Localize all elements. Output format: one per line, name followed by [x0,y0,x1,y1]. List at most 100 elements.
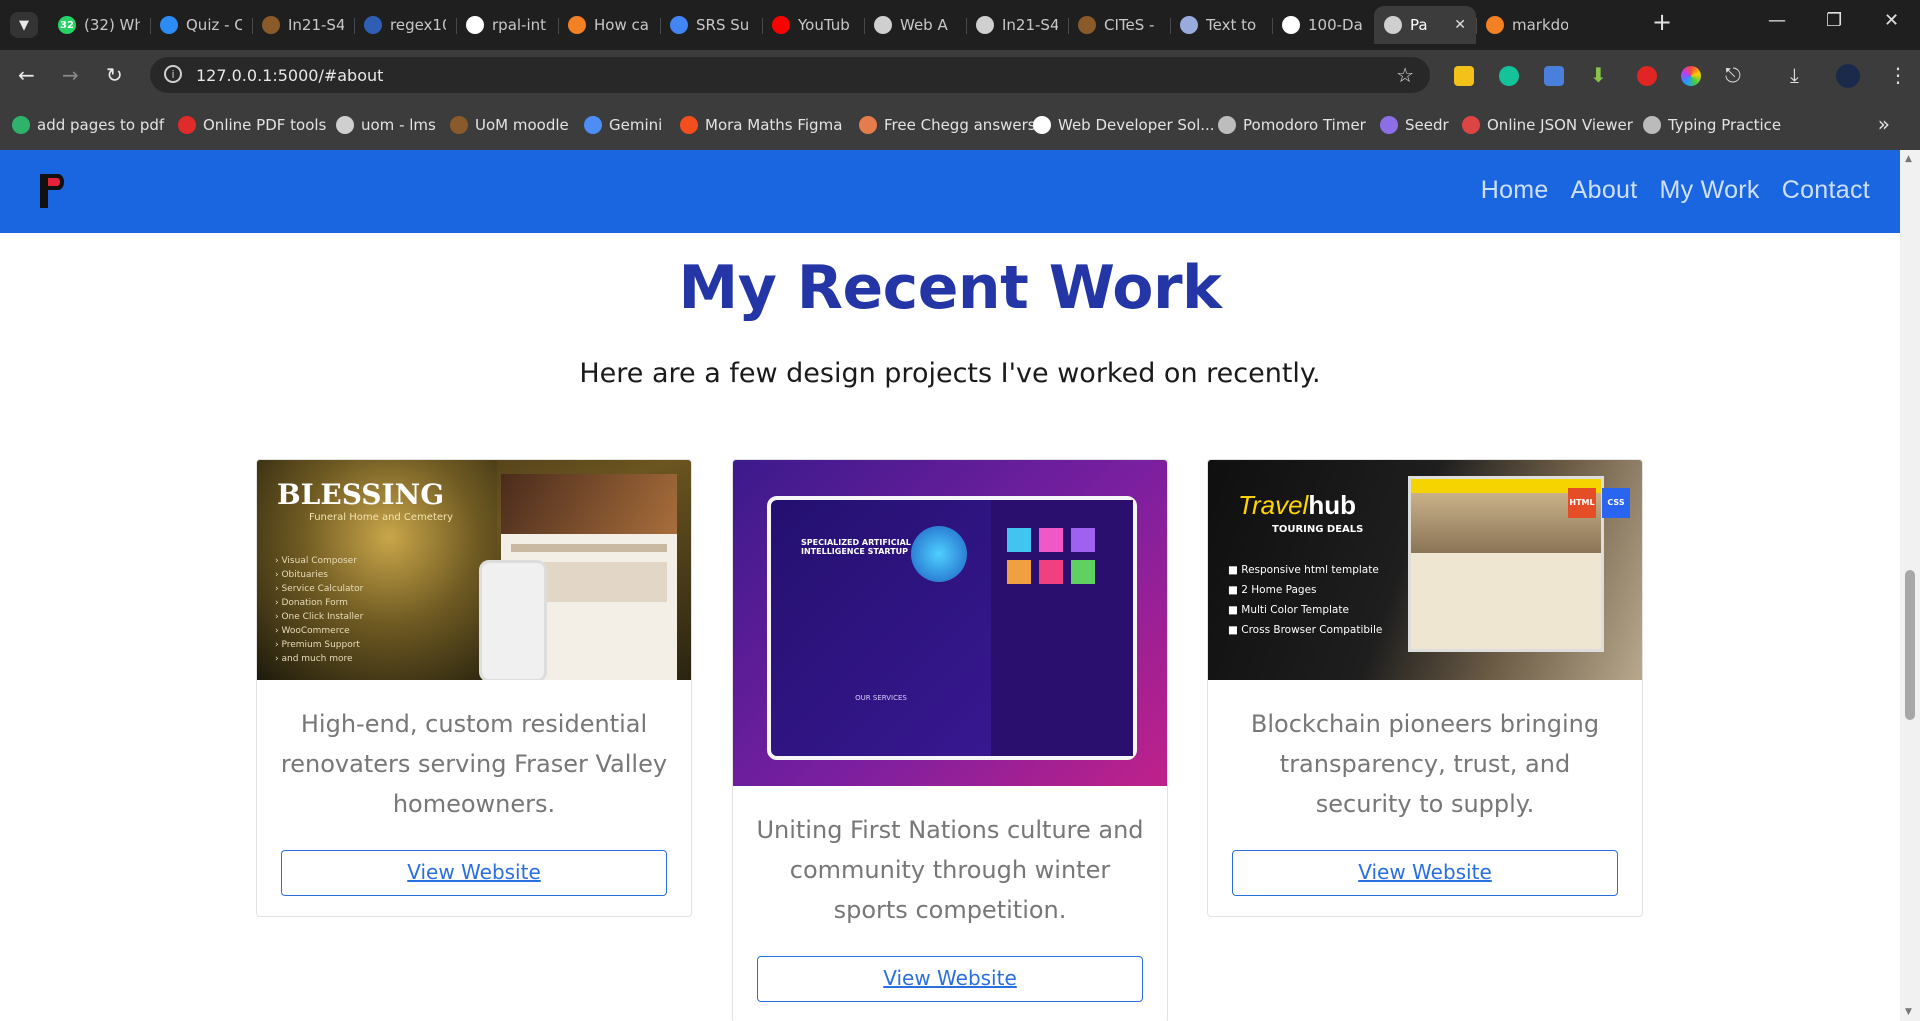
extension-notes-icon[interactable] [1454,66,1474,86]
adblock-icon[interactable] [1637,66,1657,86]
site-navbar: Home About My Work Contact [0,150,1900,233]
browser-tab[interactable]: 100-Da [1272,6,1374,44]
blessing-feature-text: Obituaries [281,570,328,580]
blessing-feature-item: › Visual Composer [275,554,363,568]
gemini-icon [584,116,602,134]
bookmark-item[interactable]: Gemini [584,115,662,135]
bookmark-item[interactable]: add pages to pdf [12,115,164,135]
tab-title: markdo [1512,16,1568,34]
restore-icon[interactable]: ❐ [1826,10,1842,31]
github-icon [466,16,484,34]
travelhub-feature-item: ■ Cross Browser Compatibile [1228,620,1382,640]
travelhub-feature-text: Cross Browser Compatibile [1241,624,1383,636]
view-website-button-3[interactable]: View Website [1232,850,1618,896]
blessing-feature-text: Premium Support [281,640,360,650]
ai-brain-graphic [911,526,967,582]
tab-title: CITeS - [1104,16,1155,34]
page-scrollbar[interactable]: ▲ ▼ [1900,150,1920,1021]
tab-title: How ca [594,16,649,34]
bookmark-item[interactable]: Online PDF tools [178,115,326,135]
translate-icon[interactable] [1544,66,1564,86]
bookmark-item[interactable]: Online JSON Viewer [1462,115,1633,135]
more-bookmarks-icon[interactable]: » [1878,112,1890,136]
back-icon[interactable]: ← [18,63,35,87]
grammarly-icon[interactable] [1499,66,1519,86]
nav-about-link[interactable]: About [1571,176,1638,205]
docs-icon [670,16,688,34]
tab-search-button[interactable]: ▼ [10,12,38,38]
close-tab-icon[interactable]: ✕ [1454,17,1466,33]
tab-title: SRS Su [696,16,750,34]
stackoverflow-icon [1486,16,1504,34]
bookmark-item[interactable]: Seedr [1380,115,1449,135]
stackoverflow-icon [568,16,586,34]
extensions-puzzle-icon[interactable]: ⎋ [1725,63,1741,87]
browser-tab[interactable]: Web A [864,6,966,44]
browser-tab[interactable]: markdo [1476,6,1578,44]
bookmark-label: Seedr [1405,116,1449,134]
close-window-icon[interactable]: ✕ [1884,10,1899,31]
minimize-icon[interactable]: — [1768,10,1786,31]
bookmark-item[interactable]: Pomodoro Timer [1218,115,1366,135]
bookmark-item[interactable]: Mora Maths Figma [680,115,842,135]
browser-tab[interactable]: SRS Su [660,6,762,44]
bookmark-item[interactable]: Web Developer Sol... [1033,115,1215,135]
bookmark-item[interactable]: Typing Practice [1643,115,1781,135]
view-website-button-1[interactable]: View Website [281,850,667,896]
browser-tab[interactable]: CITeS - [1068,6,1170,44]
browser-tab[interactable]: regex10 [354,6,456,44]
browser-tab[interactable]: In21-S4 [252,6,354,44]
menu-kebab-icon[interactable]: ⋮ [1888,63,1908,87]
travelhub-brand-b: hub [1308,490,1356,520]
scroll-down-icon[interactable]: ▼ [1905,1007,1912,1017]
color-picker-icon[interactable] [1681,66,1701,86]
whatsapp-icon: 32 [58,16,76,34]
browser-tab[interactable]: 32 (32) Wh [48,6,150,44]
blessing-tagline: Funeral Home and Cemetery [309,512,454,523]
bookmark-label: Free Chegg answers [884,116,1036,134]
blessing-feature-text: Service Calculator [281,584,364,594]
uom-icon [1078,16,1096,34]
tab-list: 32 (32) Wh Quiz - C In21-S4 regex10 rpal-int H… [48,6,1578,44]
browser-tab[interactable]: Quiz - C [150,6,252,44]
bullet-icon: ■ [1228,564,1242,576]
download-helper-icon[interactable]: ⬇ [1590,63,1607,87]
profile-avatar[interactable] [1836,64,1860,88]
bookmark-item[interactable]: uom - lms [336,115,436,135]
reload-icon[interactable]: ↻ [106,63,123,87]
bookmark-item[interactable]: UoM moodle [450,115,569,135]
address-url[interactable]: 127.0.0.1:5000/#about [196,66,383,85]
project-card-2: SPECIALIZED ARTIFICIAL INTELLIGENCE STAR… [732,459,1168,1021]
project-card-3: Travelhub TOURING DEALS ■ Responsive htm… [1207,459,1643,917]
view-website-button-2[interactable]: View Website [757,956,1143,1002]
tab-title: In21-S4 [1002,16,1058,34]
scrollbar-thumb[interactable] [1905,570,1915,720]
blessing-feature-item: › Donation Form [275,596,363,610]
travelhub-feature-text: 2 Home Pages [1241,584,1317,596]
scroll-up-icon[interactable]: ▲ [1905,154,1912,164]
travelhub-feature-item: ■ 2 Home Pages [1228,580,1382,600]
project-description-2: Uniting First Nations culture and commun… [756,816,1144,924]
tab-title: In21-S4 [288,16,344,34]
browser-tab[interactable]: Text to [1170,6,1272,44]
tab-title: rpal-int [492,16,547,34]
browser-tab[interactable]: YouTub [762,6,864,44]
bookmark-star-icon[interactable]: ☆ [1396,63,1414,87]
address-bar[interactable]: i 127.0.0.1:5000/#about ☆ [150,57,1430,93]
browser-tab[interactable]: In21-S4 [966,6,1068,44]
nav-home-link[interactable]: Home [1481,176,1549,205]
forward-icon[interactable]: → [62,63,79,87]
site-info-icon[interactable]: i [164,65,182,83]
blessing-features: › Visual Composer › Obituaries › Service C… [275,554,363,666]
browser-tab[interactable]: rpal-int [456,6,558,44]
browser-tab[interactable]: Pa ✕ [1374,6,1476,44]
browser-tab[interactable]: How ca [558,6,660,44]
bookmark-item[interactable]: Free Chegg answers [859,115,1036,135]
project-image-3: Travelhub TOURING DEALS ■ Responsive htm… [1208,460,1642,680]
new-tab-button[interactable]: + [1652,8,1672,36]
blessing-feature-text: Donation Form [281,598,348,608]
nav-contact-link[interactable]: Contact [1782,176,1870,205]
downloads-icon[interactable]: ⤓ [1790,63,1799,87]
nav-my-work-link[interactable]: My Work [1659,176,1759,205]
site-logo[interactable] [38,172,68,210]
